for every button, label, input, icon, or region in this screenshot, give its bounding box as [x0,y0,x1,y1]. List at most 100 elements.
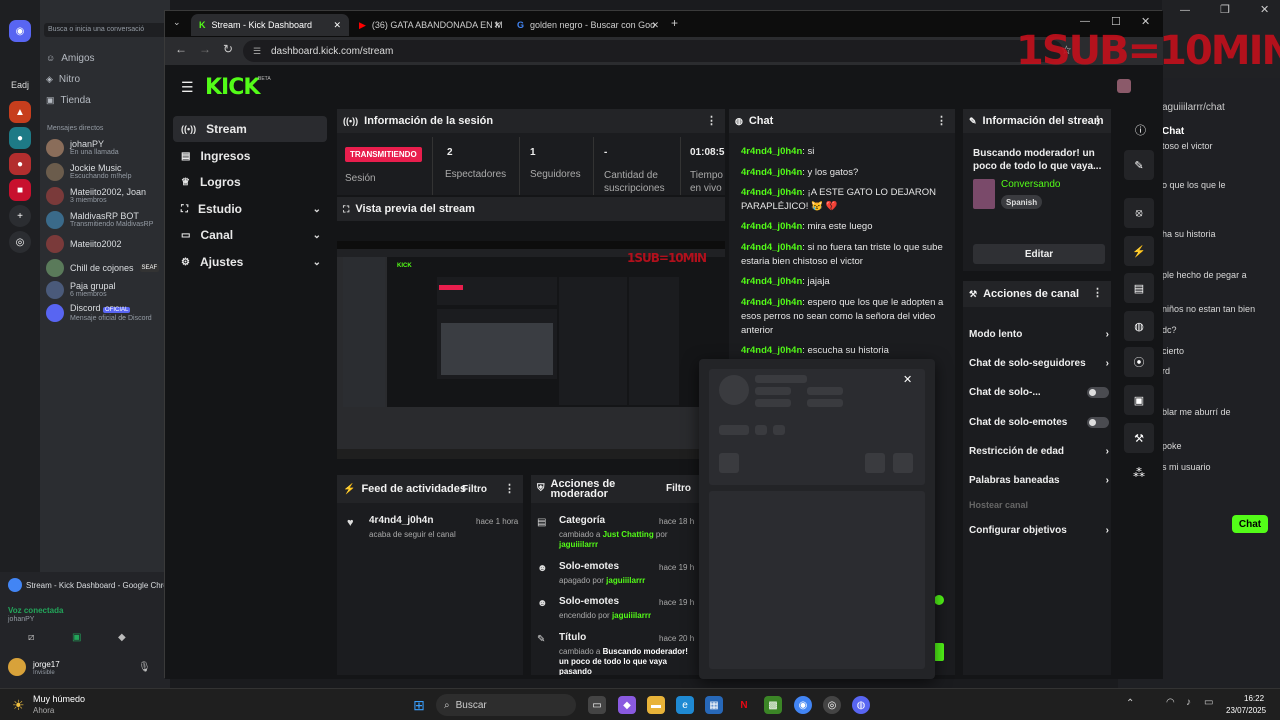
stream-card[interactable]: Stream - Kick Dashboard - Google Chrome [8,578,179,592]
discord-nav-store[interactable]: ▣ Tienda [46,90,91,110]
dm-item[interactable]: Jockie Music Escuchando m!help [46,162,131,182]
battery-icon[interactable]: ▭ [1204,697,1213,708]
wifi-icon[interactable]: ◠ [1166,697,1175,708]
site-info-icon[interactable]: ☰ [253,46,261,57]
task-view-icon[interactable]: ▭ [588,696,606,714]
discord-icon[interactable]: ◍ [852,696,870,714]
chevron-up-icon[interactable]: ⌃ [1126,698,1134,709]
sidebar-item-estudio[interactable]: ⛶ Estudio ⌄ [173,196,327,222]
more-options-icon[interactable]: ⋮ [936,114,947,127]
close-tab-icon[interactable]: ✕ [333,20,341,31]
sidebar-item-stream[interactable]: ((•)) Stream [173,116,327,142]
filter-button[interactable]: Filtro [462,484,487,495]
server-icon[interactable]: ▲ [9,101,31,123]
dm-item[interactable]: MaldivasRP BOT Transmitiendo MaldivasRP [46,210,153,230]
add-server-icon[interactable]: + [9,205,31,227]
back-icon[interactable]: ← [175,42,187,56]
new-tab-icon[interactable]: + [671,16,678,30]
maximize-icon[interactable]: ☐ [1111,15,1121,28]
screen-share-icon[interactable]: ⧄ [28,632,34,643]
server-icon[interactable]: ■ [9,179,31,201]
more-options-icon[interactable]: ⋮ [1092,286,1103,299]
more-options-icon[interactable]: ⋮ [1092,114,1103,127]
dm-item[interactable]: Discord OFICIAL Mensaje oficial de Discor… [46,303,152,323]
chat-message[interactable]: 4r4nd4_j0h4n: escucha su historia [741,344,951,358]
server-icon[interactable]: ● [9,127,31,149]
slow-mode-item[interactable]: Modo lento › [969,324,1109,344]
broadcast-icon[interactable]: ⦿ [1124,347,1154,377]
subscribers-only-toggle[interactable] [1087,387,1109,398]
dm-item[interactable]: Mateiito2002, Joan 3 miembros [46,186,146,206]
discord-nav-nitro[interactable]: ◈ Nitro [46,69,80,89]
dm-item[interactable]: johanPY En una llamada [46,138,119,158]
minimize-icon[interactable]: — [1080,16,1090,27]
close-tab-icon[interactable]: ✕ [493,20,501,31]
emotes-only-toggle[interactable] [1087,417,1109,428]
lightning-icon[interactable]: ⚡ [1124,236,1154,266]
chat-send-button[interactable] [934,643,944,661]
clock-date[interactable]: 23/07/2025 [1226,706,1266,715]
chat-send-button[interactable]: Chat [1232,515,1268,533]
game-icon[interactable]: ◆ [118,632,126,643]
more-actions-icon[interactable]: ⁂ [1133,466,1145,480]
mic-icon[interactable]: 🎙 [138,662,151,673]
age-restriction-item[interactable]: Restricción de edad › [969,441,1109,461]
tab-google-search[interactable]: Ggolden negro - Buscar con Goo ✕ [509,14,667,36]
explore-icon[interactable]: ◎ [9,231,31,253]
video-icon[interactable]: ▣ [1124,385,1154,415]
sidebar-item-ajustes[interactable]: ⚙ Ajustes ⌄ [173,249,327,275]
discord-search-input[interactable]: Busca o inicia una conversació [44,23,168,37]
banned-words-item[interactable]: Palabras baneadas › [969,470,1109,490]
windows-start-icon[interactable]: ⊞ [410,696,428,714]
category-name[interactable]: Conversando [1001,179,1060,190]
set-goals-item[interactable]: Configurar objetivos › [969,520,1109,540]
chat-bubble-icon[interactable]: ◍ [1124,311,1154,341]
close-tab-icon[interactable]: ✕ [651,20,659,31]
weather-icon[interactable]: ☀ [12,697,25,714]
chat-message[interactable]: 4r4nd4_j0h4n: jajaja [741,275,951,289]
sidebar-item-ingresos[interactable]: ▤ Ingresos [173,143,327,169]
reload-icon[interactable]: ↻ [223,42,233,56]
profile-avatar[interactable] [1117,79,1131,93]
kick-logo[interactable]: KICK [205,75,260,100]
chat-message[interactable]: 4r4nd4_j0h4n: si [741,145,951,159]
more-options-icon[interactable]: ⋮ [706,114,717,127]
notes-icon[interactable]: ▤ [1124,273,1154,303]
followers-only-item[interactable]: Chat de solo-seguidores › [969,353,1109,373]
file-explorer-icon[interactable]: ▬ [647,696,665,714]
taskbar-search-input[interactable]: ⌕ Buscar [436,694,576,716]
dm-item[interactable]: Paja grupal 6 miembros [46,280,116,300]
volume-icon[interactable]: ♪ [1186,697,1191,708]
clock-time[interactable]: 16:22 [1244,694,1264,703]
more-options-icon[interactable]: ⋮ [504,482,515,495]
obs-icon[interactable]: ◎ [823,696,841,714]
copilot-icon[interactable]: ◆ [618,696,636,714]
tab-kick-dashboard[interactable]: K Stream - Kick Dashboard ✕ [191,14,349,36]
chrome-icon[interactable]: ◉ [794,696,812,714]
edit-button[interactable]: Editar [973,244,1105,264]
minecraft-icon[interactable]: ▩ [764,696,782,714]
tab-youtube[interactable]: ▶ (36) GATA ABANDONADA EN M ✕ [351,14,509,36]
server-icon[interactable]: ● [9,153,31,175]
dm-item[interactable]: Chill de cojones SEAF [46,258,160,278]
sidebar-item-logros[interactable]: ♕ Logros [173,169,327,195]
filter-button[interactable]: Filtro [666,484,691,494]
sidebar-item-canal[interactable]: ▭ Canal ⌄ [173,222,327,248]
minimize-icon[interactable]: — [1180,5,1190,16]
feed-item-title[interactable]: 4r4nd4_j0h4n [369,515,433,526]
stream-preview-video[interactable]: KICK 1SUB=10MIN [337,241,725,459]
emote-picker-icon[interactable] [934,595,944,605]
discord-nav-friends[interactable]: ☺ Amigos [46,48,95,68]
hamburger-menu-icon[interactable]: ☰ [181,79,194,96]
clip-icon[interactable]: ⦻ [1124,198,1154,228]
chat-message[interactable]: 4r4nd4_j0h4n: mira este luego [741,220,951,234]
chat-message[interactable]: 4r4nd4_j0h4n: si no fuera tan triste lo … [741,241,951,269]
activity-icon[interactable]: ▣ [72,632,81,643]
close-icon[interactable]: ✕ [903,373,912,386]
edit-stream-icon[interactable]: ✎ [1124,150,1154,180]
user-avatar[interactable] [8,658,26,676]
tab-search-icon[interactable]: ⌄ [173,17,181,28]
store-icon[interactable]: ▦ [705,696,723,714]
close-icon[interactable]: ✕ [1260,3,1269,16]
chat-message[interactable]: 4r4nd4_j0h4n: ¡A ESTE GATO LO DEJARON PA… [741,186,951,214]
